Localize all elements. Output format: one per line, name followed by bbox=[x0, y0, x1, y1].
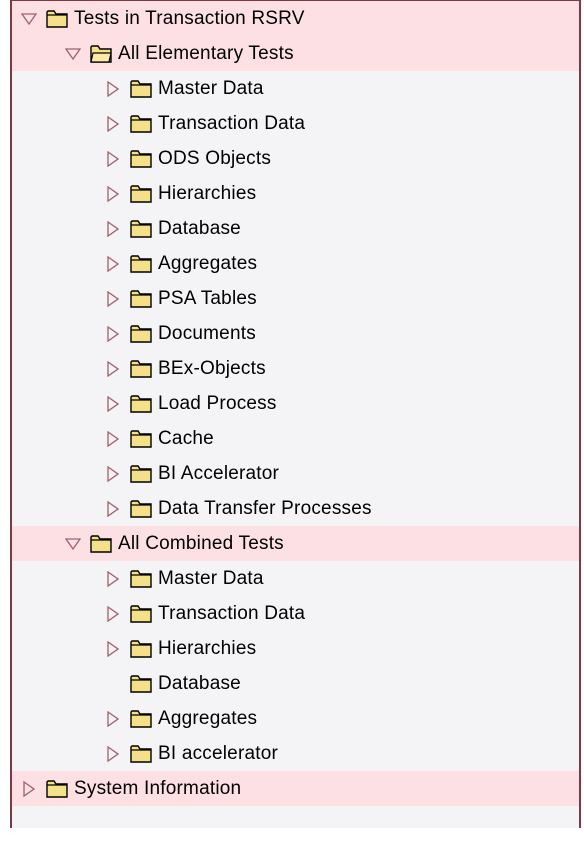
tree-node-item[interactable]: Load Process bbox=[12, 386, 579, 421]
folder-icon bbox=[130, 184, 152, 203]
folder-icon bbox=[130, 149, 152, 168]
tree-node-label: Aggregates bbox=[158, 707, 258, 729]
folder-icon bbox=[90, 534, 112, 553]
tree-node-label: Tests in Transaction RSRV bbox=[74, 7, 305, 29]
tree-node-item[interactable]: Master Data bbox=[12, 71, 579, 106]
tree-node-label: Transaction Data bbox=[158, 602, 306, 624]
folder-icon bbox=[46, 779, 68, 798]
collapsed-arrow-icon[interactable] bbox=[102, 569, 124, 589]
tree-node-item[interactable]: Master Data bbox=[12, 561, 579, 596]
expanded-arrow-icon[interactable] bbox=[18, 9, 40, 29]
tree-node-label: Documents bbox=[158, 322, 256, 344]
toggle-spacer bbox=[102, 674, 124, 694]
tree-node-label: Hierarchies bbox=[158, 182, 257, 204]
collapsed-arrow-icon[interactable] bbox=[102, 394, 124, 414]
collapsed-arrow-icon[interactable] bbox=[102, 219, 124, 239]
tree-node-label: Data Transfer Processes bbox=[158, 497, 372, 519]
tree-node-label: Database bbox=[158, 672, 241, 694]
collapsed-arrow-icon[interactable] bbox=[102, 604, 124, 624]
collapsed-arrow-icon[interactable] bbox=[102, 499, 124, 519]
collapsed-arrow-icon[interactable] bbox=[102, 114, 124, 134]
collapsed-arrow-icon[interactable] bbox=[102, 254, 124, 274]
tree-node-label: Hierarchies bbox=[158, 637, 257, 659]
expanded-arrow-icon[interactable] bbox=[62, 44, 84, 64]
tree-node-item[interactable]: BEx-Objects bbox=[12, 351, 579, 386]
collapsed-arrow-icon[interactable] bbox=[102, 289, 124, 309]
collapsed-arrow-icon[interactable] bbox=[102, 359, 124, 379]
folder-icon bbox=[130, 394, 152, 413]
folder-icon bbox=[130, 79, 152, 98]
tree-node-item[interactable]: Aggregates bbox=[12, 701, 579, 736]
tree-node-elementary[interactable]: All Elementary Tests bbox=[12, 36, 579, 71]
tree-node-system-information[interactable]: System Information bbox=[12, 771, 579, 806]
collapsed-arrow-icon[interactable] bbox=[102, 464, 124, 484]
collapsed-arrow-icon[interactable] bbox=[102, 79, 124, 99]
tree-node-item[interactable]: Transaction Data bbox=[12, 596, 579, 631]
tree-node-combined[interactable]: All Combined Tests bbox=[12, 526, 579, 561]
folder-icon bbox=[130, 499, 152, 518]
tree-node-label: Cache bbox=[158, 427, 214, 449]
tree-node-item[interactable]: Documents bbox=[12, 316, 579, 351]
folder-icon bbox=[130, 254, 152, 273]
folder-icon bbox=[130, 464, 152, 483]
collapsed-arrow-icon[interactable] bbox=[102, 639, 124, 659]
folder-icon bbox=[130, 219, 152, 238]
tree-node-item[interactable]: Database bbox=[12, 666, 579, 701]
collapsed-arrow-icon[interactable] bbox=[102, 184, 124, 204]
tree-node-label: Master Data bbox=[158, 77, 264, 99]
tree-node-label: All Combined Tests bbox=[118, 532, 284, 554]
folder-icon bbox=[130, 429, 152, 448]
tree-node-label: Database bbox=[158, 217, 241, 239]
tree-node-item[interactable]: Database bbox=[12, 211, 579, 246]
tree-node-label: System Information bbox=[74, 777, 242, 799]
collapsed-arrow-icon[interactable] bbox=[102, 149, 124, 169]
expanded-arrow-icon[interactable] bbox=[62, 534, 84, 554]
tree-node-item[interactable]: Cache bbox=[12, 421, 579, 456]
folder-icon bbox=[46, 9, 68, 28]
folder-icon bbox=[130, 359, 152, 378]
tree-node-item[interactable]: Hierarchies bbox=[12, 631, 579, 666]
folder-icon bbox=[130, 324, 152, 343]
folder-icon bbox=[130, 289, 152, 308]
tree-node-item[interactable]: PSA Tables bbox=[12, 281, 579, 316]
tree-node-item[interactable]: BI Accelerator bbox=[12, 456, 579, 491]
tree-node-item[interactable]: Hierarchies bbox=[12, 176, 579, 211]
folder-icon bbox=[130, 639, 152, 658]
tree-node-label: BEx-Objects bbox=[158, 357, 266, 379]
folder-icon bbox=[130, 114, 152, 133]
tree-node-label: PSA Tables bbox=[158, 287, 257, 309]
collapsed-arrow-icon[interactable] bbox=[18, 779, 40, 799]
tree-node-label: Master Data bbox=[158, 567, 264, 589]
open-folder-icon bbox=[90, 44, 112, 63]
tree-node-item[interactable]: Aggregates bbox=[12, 246, 579, 281]
folder-icon bbox=[130, 744, 152, 763]
tree-node-item[interactable]: ODS Objects bbox=[12, 141, 579, 176]
tree-panel: Tests in Transaction RSRV All Elementary… bbox=[10, 0, 581, 828]
folder-icon bbox=[130, 604, 152, 623]
tree-node-item[interactable]: Data Transfer Processes bbox=[12, 491, 579, 526]
tree-node-label: All Elementary Tests bbox=[118, 42, 294, 64]
folder-icon bbox=[130, 674, 152, 693]
folder-icon bbox=[130, 709, 152, 728]
tree-node-label: ODS Objects bbox=[158, 147, 272, 169]
collapsed-arrow-icon[interactable] bbox=[102, 429, 124, 449]
tree-node-item[interactable]: Transaction Data bbox=[12, 106, 579, 141]
tree-node-item[interactable]: BI accelerator bbox=[12, 736, 579, 771]
collapsed-arrow-icon[interactable] bbox=[102, 744, 124, 764]
tree-node-root[interactable]: Tests in Transaction RSRV bbox=[12, 1, 579, 36]
tree-node-label: Load Process bbox=[158, 392, 277, 414]
tree-node-label: BI Accelerator bbox=[158, 462, 280, 484]
tree-node-label: Transaction Data bbox=[158, 112, 306, 134]
folder-icon bbox=[130, 569, 152, 588]
tree-node-label: BI accelerator bbox=[158, 742, 279, 764]
tree-node-label: Aggregates bbox=[158, 252, 258, 274]
collapsed-arrow-icon[interactable] bbox=[102, 324, 124, 344]
collapsed-arrow-icon[interactable] bbox=[102, 709, 124, 729]
